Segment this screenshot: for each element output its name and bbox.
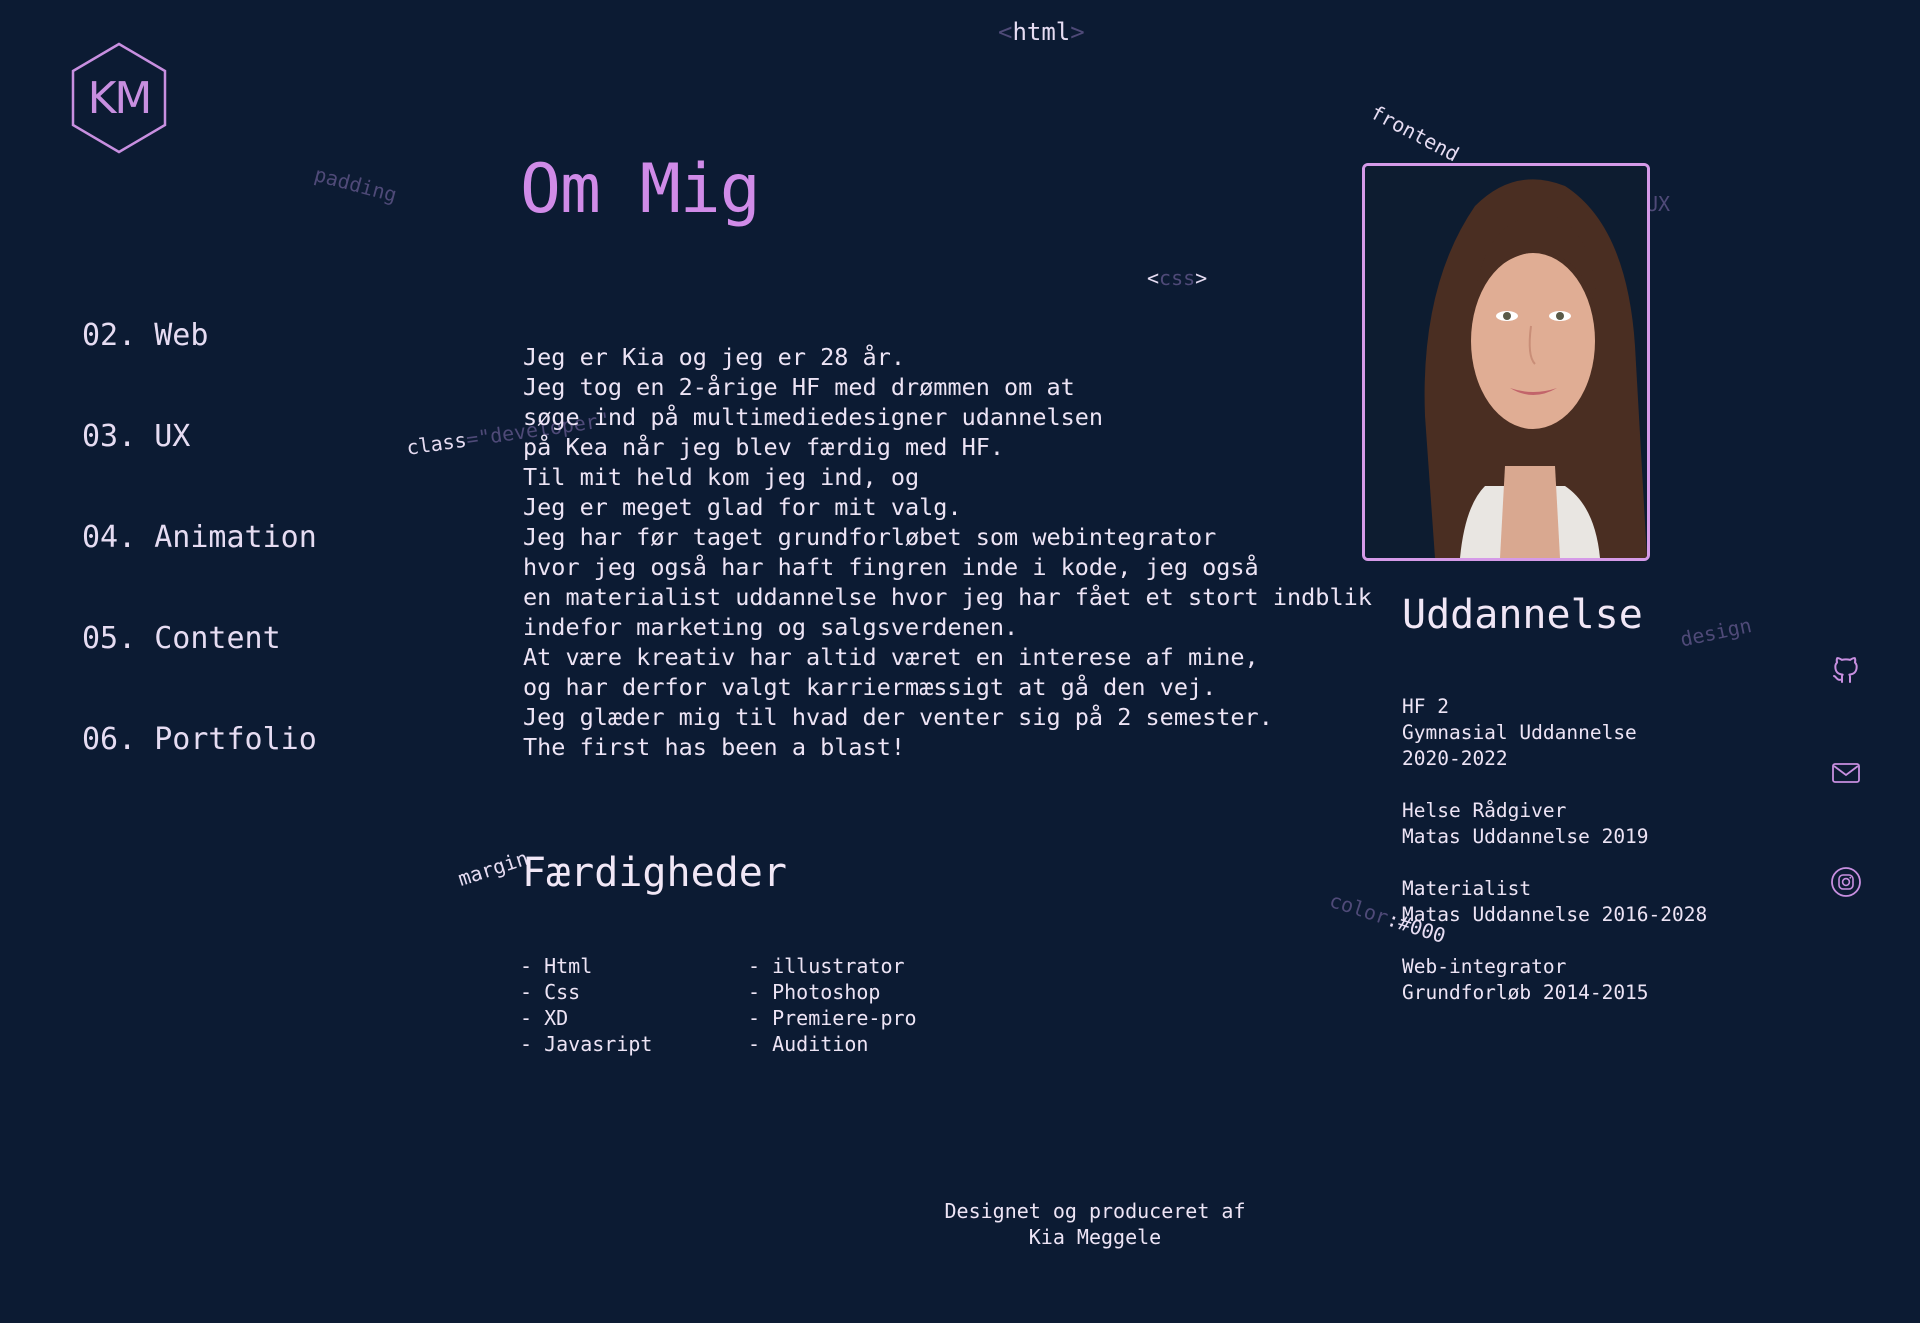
skill-item: - Css — [520, 980, 581, 1004]
nav-item-ux[interactable]: 03. UX — [82, 419, 317, 520]
skills-title: Færdigheder — [522, 850, 787, 896]
bio-text: Jeg er Kia og jeg er 28 år. Jeg tog en 2-… — [523, 342, 1372, 762]
floating-margin: margin — [455, 845, 532, 891]
bio-line: Jeg er meget glad for mit valg. — [523, 493, 962, 521]
skills-list-2: - illustrator - Photoshop - Premiere-pro - … — [748, 953, 917, 1057]
page-title: Om Mig — [520, 150, 761, 229]
education-line: 2020-2022 — [1402, 747, 1508, 770]
floating-padding: padding — [311, 162, 400, 207]
bio-line: hvor jeg også har haft fingren inde i ko… — [523, 553, 1259, 581]
skill-item: - XD — [520, 1006, 569, 1030]
education-list: HF 2 Gymnasial Uddannelse 2020-2022 Helse R… — [1402, 694, 1707, 1032]
bio-line: Jeg tog en 2-årige HF med drømmen om at — [523, 373, 1075, 401]
skill-item: - Premiere-pro — [748, 1006, 917, 1030]
mail-link[interactable] — [1826, 753, 1866, 793]
logo-text[interactable]: KM — [70, 42, 168, 154]
education-entry: HF 2 Gymnasial Uddannelse 2020-2022 — [1402, 694, 1707, 772]
floating-design: design — [1678, 612, 1754, 652]
github-link[interactable] — [1826, 650, 1866, 690]
bio-line: og har derfor valgt karriermæssigt at gå… — [523, 673, 1217, 701]
bio-line: søge ind på multimediedesigner udannelse… — [523, 403, 1104, 431]
education-title: Uddannelse — [1402, 592, 1643, 638]
footer-credit: Designet og produceret af Kia Meggele — [940, 1198, 1250, 1250]
skill-item: - Photoshop — [748, 980, 881, 1004]
education-entry: Helse Rådgiver Matas Uddannelse 2019 — [1402, 798, 1707, 850]
footer-line-1: Designet og produceret af — [944, 1199, 1246, 1223]
floating-html-tag: <html> — [998, 18, 1085, 46]
bio-line: At være kreativ har altid været en inter… — [523, 643, 1259, 671]
profile-photo — [1362, 163, 1650, 561]
bio-line: Til mit held kom jeg ind, og — [523, 463, 920, 491]
education-line: Matas Uddannelse 2016-2028 — [1402, 903, 1708, 926]
nav-item-content[interactable]: 05. Content — [82, 621, 317, 722]
education-line: HF 2 — [1402, 695, 1449, 718]
bio-line: en materialist uddannelse hvor jeg har f… — [523, 583, 1372, 611]
education-line: Gymnasial Uddannelse — [1402, 721, 1637, 744]
education-line: Matas Uddannelse 2019 — [1402, 825, 1649, 848]
nav-item-portfolio[interactable]: 06. Portfolio — [82, 722, 317, 823]
bio-line: Jeg er Kia og jeg er 28 år. — [523, 343, 906, 371]
instagram-link[interactable] — [1826, 862, 1866, 902]
education-entry: Web-integrator Grundforløb 2014-2015 — [1402, 954, 1707, 1006]
floating-frontend: frontend — [1366, 100, 1464, 167]
bio-line: på Kea når jeg blev færdig med HF. — [523, 433, 1005, 461]
portrait-image — [1365, 166, 1647, 558]
nav-item-web[interactable]: 02. Web — [82, 318, 317, 419]
education-line: Materialist — [1402, 877, 1532, 900]
skill-item: - illustrator — [748, 954, 905, 978]
skill-item: - Audition — [748, 1032, 869, 1056]
nav-item-animation[interactable]: 04. Animation — [82, 520, 317, 621]
education-line: Web-integrator — [1402, 955, 1567, 978]
education-line: Helse Rådgiver — [1402, 799, 1567, 822]
skills-list-1: - Html - Css - XD - Javasript — [520, 953, 652, 1057]
bio-line: Jeg har før taget grundforløbet som webi… — [523, 523, 1217, 551]
bio-line: indefor marketing og salgsverdenen. — [523, 613, 1019, 641]
side-nav: 02. Web 03. UX 04. Animation 05. Content… — [82, 318, 317, 823]
education-line: Grundforløb 2014-2015 — [1402, 981, 1649, 1004]
education-entry: Materialist Matas Uddannelse 2016-2028 — [1402, 876, 1707, 928]
floating-css-tag: <css> — [1147, 266, 1208, 290]
bio-line: Jeg glæder mig til hvad der venter sig p… — [523, 703, 1273, 731]
github-icon — [1833, 657, 1858, 683]
skill-item: - Html — [520, 954, 593, 978]
skill-item: - Javasript — [520, 1032, 653, 1056]
mail-icon — [1832, 763, 1860, 783]
instagram-icon — [1831, 867, 1861, 897]
footer-line-2: Kia Meggele — [1028, 1225, 1162, 1249]
bio-line: The first has been a blast! — [523, 733, 906, 761]
